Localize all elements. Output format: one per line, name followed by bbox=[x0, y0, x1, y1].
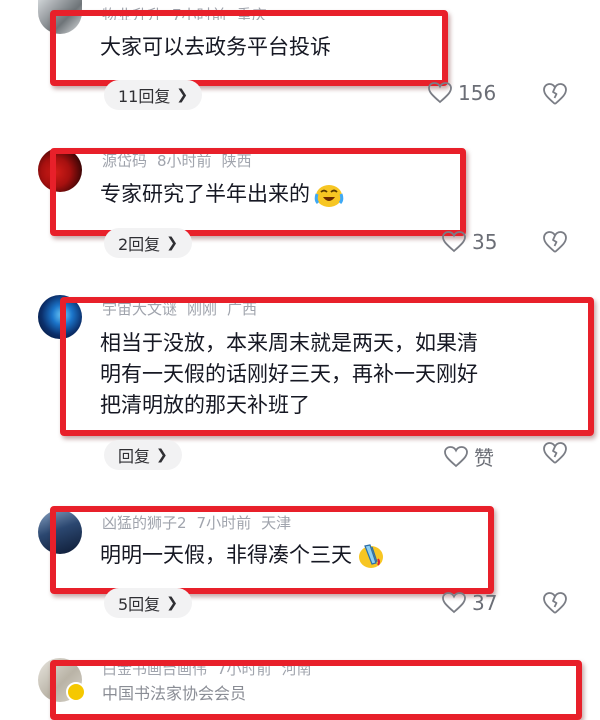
heart-outline-icon bbox=[442, 231, 466, 253]
reply-count: 5回复 bbox=[118, 595, 161, 614]
like-button[interactable]: 156 bbox=[428, 81, 496, 105]
broken-heart-icon bbox=[543, 83, 567, 105]
reply-label: 回复 bbox=[118, 447, 151, 466]
heart-outline-icon bbox=[444, 445, 468, 467]
reply-button[interactable]: 回复 ❯ bbox=[104, 440, 182, 470]
broken-heart-icon bbox=[543, 592, 567, 614]
like-count: 赞 bbox=[474, 446, 494, 470]
chevron-right-icon: ❯ bbox=[166, 595, 178, 611]
comment-line: 相当于没放，本来周末就是两天，如果清 bbox=[100, 331, 478, 355]
like-count: 35 bbox=[472, 230, 498, 254]
comment-body: 明明一天假，非得凑个三天 bbox=[100, 543, 352, 567]
reply-count: 2回复 bbox=[118, 235, 161, 254]
chevron-right-icon: ❯ bbox=[156, 447, 168, 463]
chevron-right-icon: ❯ bbox=[176, 87, 189, 103]
dislike-button[interactable] bbox=[542, 591, 568, 615]
highlight-box bbox=[50, 660, 582, 720]
like-count: 37 bbox=[472, 591, 498, 615]
facepalm-emoji bbox=[359, 544, 383, 568]
broken-heart-icon bbox=[543, 231, 567, 253]
heart-outline-icon bbox=[442, 592, 466, 614]
dislike-button[interactable] bbox=[542, 82, 568, 106]
reply-count: 11回复 bbox=[118, 87, 171, 106]
comment-text: 明明一天假，非得凑个三天 bbox=[100, 540, 386, 570]
view-replies-button[interactable]: 5回复 ❯ bbox=[104, 588, 192, 618]
like-button[interactable]: 赞 bbox=[444, 442, 494, 471]
view-replies-button[interactable]: 2回复 ❯ bbox=[104, 228, 192, 258]
view-replies-button[interactable]: 11回复 ❯ bbox=[104, 80, 203, 110]
comment-text: 专家研究了半年出来的 bbox=[100, 179, 344, 209]
dislike-button[interactable] bbox=[542, 230, 568, 254]
dislike-button[interactable] bbox=[542, 441, 568, 465]
crying-laugh-emoji bbox=[314, 185, 344, 207]
comment-line: 把清明放的那天补班了 bbox=[100, 393, 310, 417]
chevron-right-icon: ❯ bbox=[166, 235, 178, 251]
comment-body: 专家研究了半年出来的 bbox=[100, 182, 310, 206]
like-button[interactable]: 35 bbox=[442, 230, 497, 254]
comment-text: 相当于没放，本来周末就是两天，如果清 明有一天假的话刚好三天，再补一天刚好 把清… bbox=[100, 328, 478, 421]
like-button[interactable]: 37 bbox=[442, 591, 497, 615]
comment-text: 大家可以去政务平台投诉 bbox=[100, 35, 331, 59]
broken-heart-icon bbox=[543, 442, 567, 464]
comment-line: 明有一天假的话刚好三天，再补一天刚好 bbox=[100, 362, 478, 386]
like-count: 156 bbox=[458, 81, 497, 105]
heart-outline-icon bbox=[428, 82, 452, 104]
